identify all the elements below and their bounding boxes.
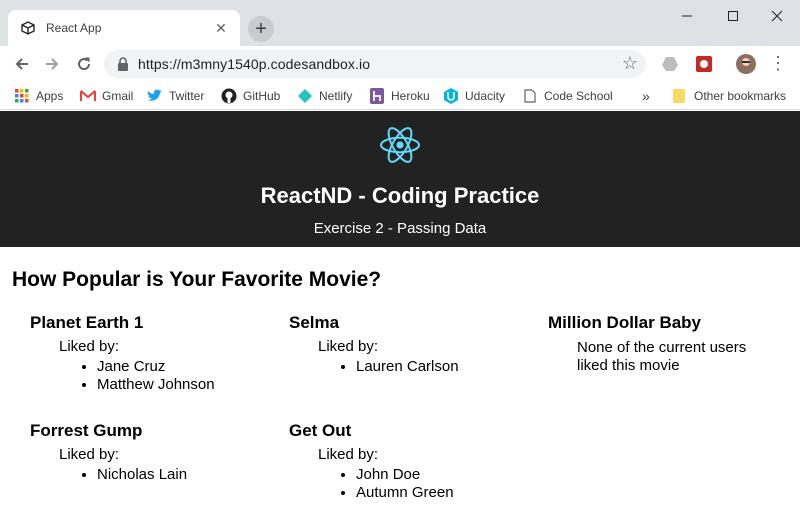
app-header: ReactND - Coding Practice Exercise 2 - P… bbox=[0, 111, 800, 247]
liked-by-label: Liked by: bbox=[318, 446, 379, 463]
bookmark-label: Heroku bbox=[391, 89, 430, 103]
bookmark-label: GitHub bbox=[243, 89, 281, 103]
browser-toolbar: https://m3mny1540p.codesandbox.io ☆ ⋮ bbox=[0, 46, 800, 82]
app-title: ReactND - Coding Practice bbox=[260, 183, 540, 208]
movie-title: Selma bbox=[289, 313, 340, 332]
react-logo-icon bbox=[378, 123, 422, 167]
user-list: Lauren Carlson bbox=[356, 358, 519, 376]
movie-card: Get Out Liked by: John Doe Autumn Green bbox=[289, 421, 519, 502]
new-tab-button[interactable]: + bbox=[248, 16, 274, 42]
list-item: Lauren Carlson bbox=[356, 358, 519, 376]
user-list: Nicholas Lain bbox=[97, 466, 260, 484]
netlify-icon bbox=[297, 88, 313, 104]
bookmark-twitter[interactable]: Twitter bbox=[147, 86, 204, 106]
gmail-icon bbox=[80, 88, 96, 104]
bookmark-label: Apps bbox=[36, 89, 64, 103]
list-item: Nicholas Lain bbox=[97, 466, 260, 484]
bookmark-gmail[interactable]: Gmail bbox=[80, 86, 133, 106]
close-window-button[interactable] bbox=[754, 0, 800, 32]
bookmarks-overflow-button[interactable]: » bbox=[642, 86, 650, 106]
codesandbox-cube-icon bbox=[20, 20, 36, 36]
heroku-icon bbox=[369, 88, 385, 104]
twitter-icon bbox=[147, 88, 163, 104]
movie-title: Million Dollar Baby bbox=[548, 313, 702, 332]
other-bookmarks-folder[interactable]: Other bookmarks bbox=[672, 86, 786, 106]
movie-title: Get Out bbox=[289, 421, 352, 440]
bookmark-label: Other bookmarks bbox=[694, 89, 787, 103]
bookmark-netlify[interactable]: Netlify bbox=[297, 86, 352, 106]
app-subtitle: Exercise 2 - Passing Data bbox=[313, 220, 487, 237]
bookmark-udacity[interactable]: Udacity bbox=[443, 86, 505, 106]
movie-card: Selma Liked by: Lauren Carlson bbox=[289, 313, 519, 376]
back-arrow-icon[interactable] bbox=[10, 52, 34, 76]
liked-by-label: Liked by: bbox=[59, 338, 120, 355]
apps-grid-icon bbox=[14, 88, 30, 104]
movie-title: Forrest Gump bbox=[30, 421, 143, 440]
movie-title: Planet Earth 1 bbox=[30, 313, 144, 332]
menu-kebab-icon[interactable]: ⋮ bbox=[768, 54, 788, 74]
movie-card: Planet Earth 1 Liked by: Jane Cruz Matth… bbox=[30, 313, 260, 394]
movie-card: Million Dollar Baby None of the current … bbox=[548, 313, 778, 375]
page-heading: How Popular is Your Favorite Movie? bbox=[12, 268, 382, 291]
profile-avatar[interactable] bbox=[736, 54, 756, 74]
minimize-button[interactable] bbox=[664, 0, 710, 32]
no-likes-message: None of the current users liked this mov… bbox=[577, 339, 747, 374]
list-item: Autumn Green bbox=[356, 484, 519, 502]
folder-icon bbox=[672, 88, 688, 104]
bookmark-label: Twitter bbox=[169, 89, 205, 103]
github-icon bbox=[221, 88, 237, 104]
url-text: https://m3mny1540p.codesandbox.io bbox=[138, 56, 371, 72]
reload-icon[interactable] bbox=[72, 52, 96, 76]
bookmark-apps[interactable]: Apps bbox=[14, 86, 63, 106]
list-item: Matthew Johnson bbox=[97, 376, 260, 394]
forward-arrow-icon[interactable] bbox=[40, 52, 64, 76]
bookmark-label: Gmail bbox=[102, 89, 134, 103]
bookmark-heroku[interactable]: Heroku bbox=[369, 86, 430, 106]
udacity-icon bbox=[443, 88, 459, 104]
liked-by-label: Liked by: bbox=[318, 338, 379, 355]
bookmark-label: Netlify bbox=[319, 89, 353, 103]
drive-extension-icon[interactable] bbox=[660, 54, 680, 74]
tab-close-icon[interactable]: ✕ bbox=[212, 19, 230, 37]
browser-tab[interactable]: React App ✕ bbox=[8, 10, 240, 46]
maximize-button[interactable] bbox=[710, 0, 756, 32]
bookmark-star-icon[interactable]: ☆ bbox=[622, 53, 638, 74]
lock-icon bbox=[116, 56, 132, 72]
bookmark-label: Udacity bbox=[465, 89, 506, 103]
overflow-chevron-icon: » bbox=[642, 88, 650, 104]
address-bar[interactable]: https://m3mny1540p.codesandbox.io ☆ bbox=[104, 50, 646, 78]
browser-tab-strip: React App ✕ + bbox=[0, 0, 800, 46]
movie-card: Forrest Gump Liked by: Nicholas Lain bbox=[30, 421, 260, 484]
list-item: John Doe bbox=[356, 466, 519, 484]
page-icon bbox=[522, 88, 538, 104]
bookmark-code-school[interactable]: Code School bbox=[522, 86, 613, 106]
red-extension-icon[interactable] bbox=[694, 54, 714, 74]
list-item: Jane Cruz bbox=[97, 358, 260, 376]
liked-by-label: Liked by: bbox=[59, 446, 120, 463]
user-list: Jane Cruz Matthew Johnson bbox=[97, 358, 260, 394]
tab-title: React App bbox=[46, 21, 102, 35]
bookmarks-bar: Apps Gmail Twitter GitHub Netlify Heroku bbox=[0, 82, 800, 110]
user-list: John Doe Autumn Green bbox=[356, 466, 519, 502]
bookmark-github[interactable]: GitHub bbox=[221, 86, 280, 106]
bookmark-label: Code School bbox=[544, 89, 613, 103]
